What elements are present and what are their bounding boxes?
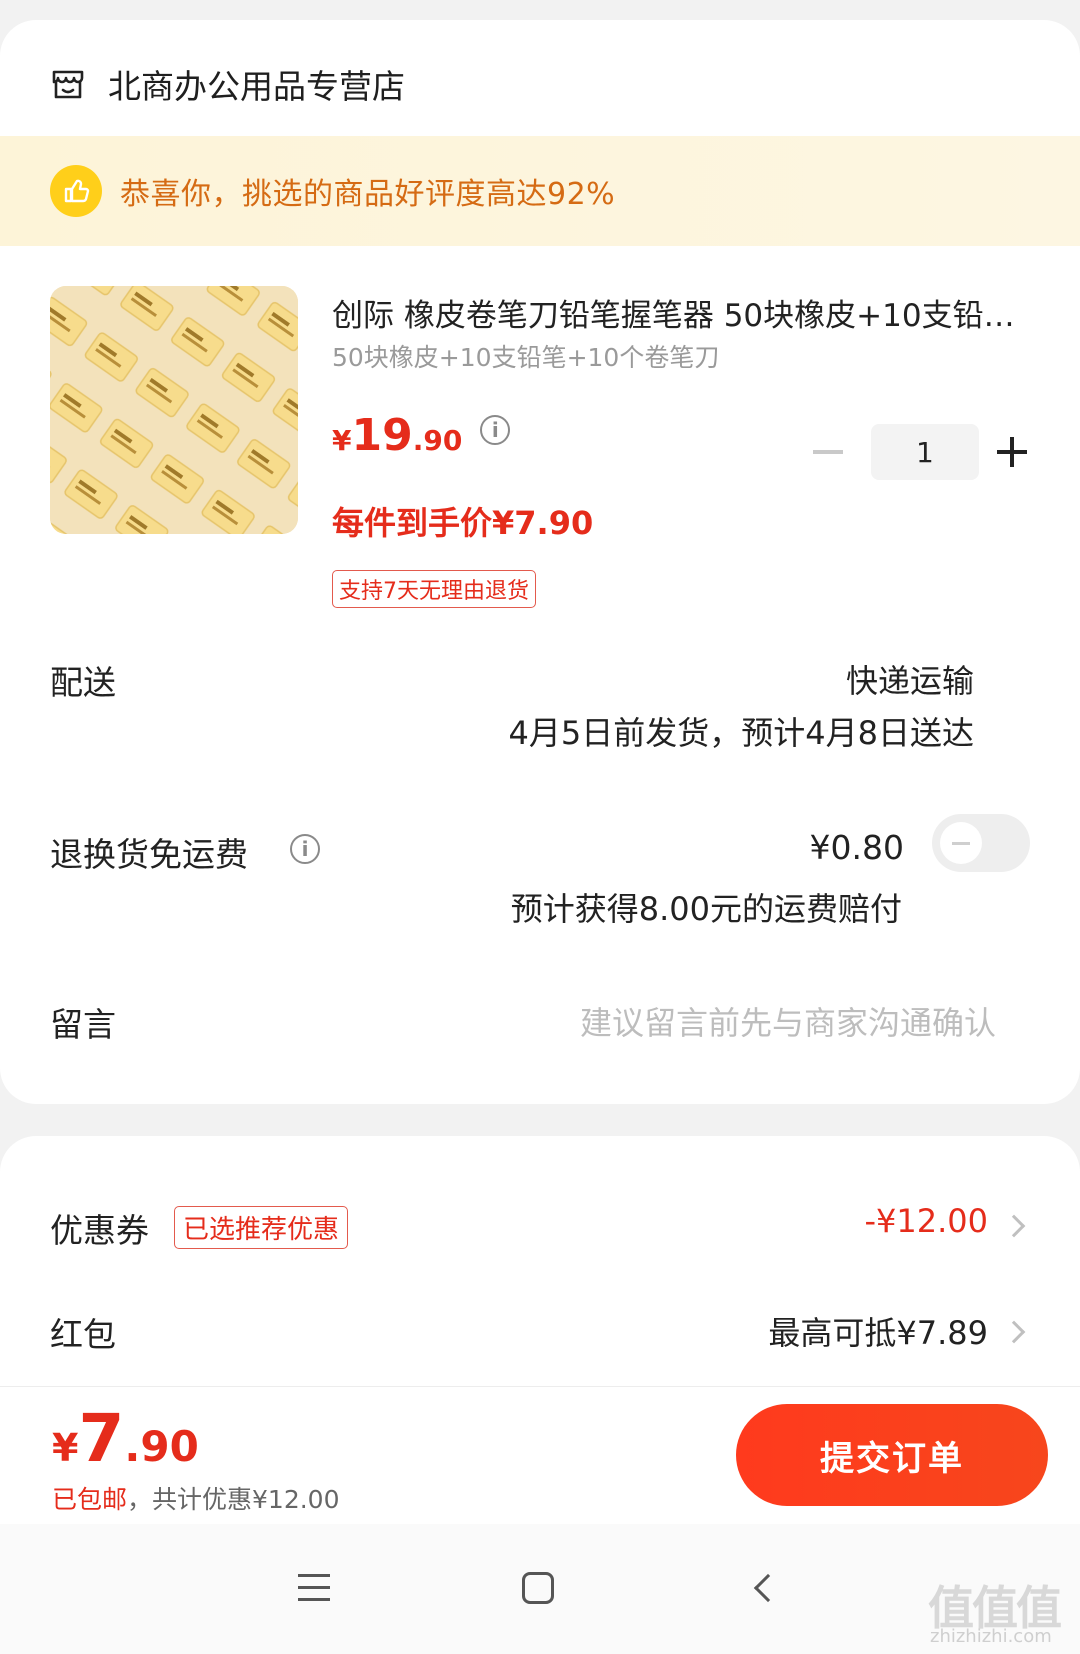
thumbs-up-icon bbox=[50, 165, 102, 217]
total-price: ¥ 7 .90 bbox=[52, 1400, 199, 1477]
unit-price: 每件到手价¥7.90 bbox=[332, 504, 594, 542]
store-icon bbox=[52, 70, 84, 99]
total-integer: 7 bbox=[78, 1400, 125, 1477]
product-sku[interactable]: 50块橡皮+10支铅笔+10个卷笔刀 bbox=[332, 338, 719, 374]
shipping-compensation: 预计获得8.00元的运费赔付 bbox=[510, 890, 902, 928]
price-integer: 19 bbox=[351, 410, 413, 461]
info-icon[interactable]: i bbox=[290, 834, 320, 864]
decrease-quantity-button[interactable] bbox=[808, 424, 847, 480]
toggle-knob bbox=[940, 822, 982, 864]
total-discount-text: ，共计优惠¥12.00 bbox=[127, 1485, 340, 1514]
rating-banner-text: 恭喜你，挑选的商品好评度高达92% bbox=[120, 177, 616, 212]
message-label: 留言 bbox=[50, 1005, 116, 1044]
shipping-insurance-label: 退换货免运费 bbox=[50, 835, 248, 874]
total-note: 已包邮，共计优惠¥12.00 bbox=[52, 1480, 340, 1516]
coupon-amount[interactable]: -¥12.00 bbox=[864, 1202, 988, 1240]
delivery-date: 4月5日前发货，预计4月8日送达 bbox=[508, 714, 974, 752]
product-title[interactable]: 创际 橡皮卷笔刀铅笔握笔器 50块橡皮+10支铅笔+10个卷笔刀 bbox=[332, 290, 1032, 335]
store-name[interactable]: 北商办公用品专营店 bbox=[108, 60, 405, 108]
return-policy-badge: 支持7天无理由退货 bbox=[332, 570, 536, 608]
store-row[interactable]: 北商办公用品专营店 bbox=[50, 56, 405, 112]
redpack-amount[interactable]: 最高可抵¥7.89 bbox=[768, 1308, 988, 1354]
product-image[interactable] bbox=[50, 286, 298, 534]
minus-icon bbox=[812, 450, 843, 454]
submit-order-button[interactable]: 提交订单 bbox=[736, 1404, 1048, 1506]
home-icon[interactable] bbox=[522, 1572, 554, 1604]
shipping-insurance-fee: ¥0.80 bbox=[809, 828, 904, 867]
info-icon[interactable]: i bbox=[480, 414, 511, 445]
menu-icon[interactable] bbox=[298, 1574, 330, 1602]
minus-icon bbox=[952, 841, 970, 845]
delivery-method[interactable]: 快递运输 bbox=[846, 656, 974, 702]
coupon-recommend-badge: 已选推荐优惠 bbox=[174, 1206, 349, 1249]
quantity-input[interactable]: 1 bbox=[871, 424, 979, 480]
order-card: 北商办公用品专营店 恭喜你，挑选的商品好评度高达92% 创际 橡皮卷笔刀铅笔握笔… bbox=[0, 20, 1080, 1104]
redpack-label: 红包 bbox=[50, 1315, 116, 1354]
shipping-insurance-toggle[interactable] bbox=[932, 814, 1030, 872]
free-shipping-text: 已包邮 bbox=[52, 1485, 128, 1514]
coupon-label: 优惠券 bbox=[50, 1211, 149, 1250]
price-symbol: ¥ bbox=[332, 424, 352, 457]
total-symbol: ¥ bbox=[52, 1426, 79, 1470]
price-decimal: .90 bbox=[412, 424, 463, 457]
product-price: ¥ 19 .90 i bbox=[332, 410, 511, 461]
total-decimal: .90 bbox=[124, 1422, 199, 1471]
quantity-stepper: 1 bbox=[808, 424, 1028, 480]
watermark-url: zhizhizhi.com bbox=[930, 1626, 1052, 1647]
delivery-label: 配送 bbox=[50, 663, 116, 702]
message-input[interactable]: 建议留言前先与商家沟通确认 bbox=[580, 998, 996, 1044]
increase-quantity-button[interactable] bbox=[996, 437, 1028, 467]
rating-banner: 恭喜你，挑选的商品好评度高达92% bbox=[0, 136, 1080, 246]
